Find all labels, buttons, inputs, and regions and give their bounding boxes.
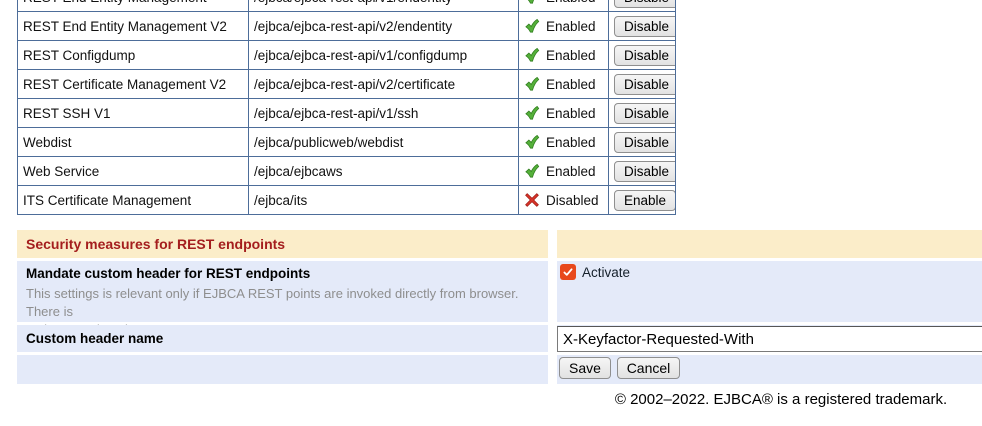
protocol-url: /ejbca/ejbca-rest-api/v2/endentity [249, 12, 519, 41]
protocol-status-cell: Disabled [519, 186, 609, 215]
status-text: Enabled [546, 77, 596, 92]
status-enabled-icon [524, 105, 540, 121]
protocol-url: /ejbca/publicweb/webdist [249, 128, 519, 157]
protocol-action-cell: Disable [609, 99, 676, 128]
protocol-status-cell: Enabled [519, 128, 609, 157]
protocol-action-cell: Enable [609, 186, 676, 215]
status-enabled-icon [524, 134, 540, 150]
mandate-header-cell: Mandate custom header for REST endpoints… [17, 261, 548, 322]
security-section: Security measures for REST endpoints Man… [17, 230, 982, 384]
cancel-button[interactable]: Cancel [617, 357, 681, 379]
toggle-protocol-button[interactable]: Disable [614, 16, 676, 37]
toggle-protocol-button[interactable]: Disable [614, 103, 676, 124]
table-row: Webdist /ejbca/publicweb/webdist Enabled… [18, 128, 676, 157]
status-text: Enabled [546, 0, 596, 5]
toggle-protocol-button[interactable]: Disable [614, 132, 676, 153]
status-disabled-icon [524, 192, 540, 208]
activate-cell: Activate [557, 261, 982, 322]
protocol-url: /ejbca/ejbca-rest-api/v2/certificate [249, 70, 519, 99]
table-row: REST End Entity Management V2 /ejbca/ejb… [18, 12, 676, 41]
status-text: Enabled [546, 135, 596, 150]
status-text: Disabled [546, 193, 599, 208]
table-row: REST Configdump /ejbca/ejbca-rest-api/v1… [18, 41, 676, 70]
table-row: REST SSH V1 /ejbca/ejbca-rest-api/v1/ssh… [18, 99, 676, 128]
protocol-url: /ejbca/ejbca-rest-api/v1/ssh [249, 99, 519, 128]
table-row: REST Certificate Management V2 /ejbca/ej… [18, 70, 676, 99]
protocol-status-cell: Enabled [519, 70, 609, 99]
custom-header-input-cell [557, 325, 982, 352]
security-buttons-left-cell [17, 355, 548, 384]
toggle-protocol-button[interactable]: Disable [614, 0, 676, 8]
protocol-action-cell: Disable [609, 70, 676, 99]
status-enabled-icon [524, 76, 540, 92]
custom-header-input[interactable] [557, 326, 982, 352]
custom-header-label: Custom header name [17, 325, 548, 352]
toggle-protocol-button[interactable]: Enable [614, 190, 676, 211]
protocol-status-cell: Enabled [519, 99, 609, 128]
protocol-name: REST Configdump [18, 41, 249, 70]
status-enabled-icon [524, 0, 540, 5]
toggle-protocol-button[interactable]: Disable [614, 161, 676, 182]
protocol-action-cell: Disable [609, 157, 676, 186]
security-section-header-right [557, 230, 982, 258]
status-enabled-icon [524, 163, 540, 179]
status-enabled-icon [524, 18, 540, 34]
protocol-url: /ejbca/its [249, 186, 519, 215]
table-row: REST End Entity Management /ejbca/ejbca-… [18, 0, 676, 12]
mandate-header-label: Mandate custom header for REST endpoints [26, 266, 539, 281]
page-content: REST End Entity Management /ejbca/ejbca-… [0, 0, 982, 408]
toggle-protocol-button[interactable]: Disable [614, 45, 676, 66]
status-text: Enabled [546, 164, 596, 179]
status-text: Enabled [546, 48, 596, 63]
protocol-name: Webdist [18, 128, 249, 157]
footer-text: © 2002–2022. EJBCA® is a registered trad… [0, 391, 982, 408]
protocol-name: REST Certificate Management V2 [18, 70, 249, 99]
activate-label: Activate [582, 265, 630, 280]
protocol-name: REST End Entity Management [18, 0, 249, 12]
security-section-header: Security measures for REST endpoints [17, 230, 548, 258]
table-row: ITS Certificate Management /ejbca/its Di… [18, 186, 676, 215]
protocol-url: /ejbca/ejbca-rest-api/v1/configdump [249, 41, 519, 70]
protocol-status-cell: Enabled [519, 0, 609, 12]
protocol-name: Web Service [18, 157, 249, 186]
status-enabled-icon [524, 47, 540, 63]
protocol-name: REST SSH V1 [18, 99, 249, 128]
table-row: Web Service /ejbca/ejbcaws Enabled Disab… [18, 157, 676, 186]
security-buttons-cell: Save Cancel [557, 355, 982, 384]
protocol-table: REST End Entity Management /ejbca/ejbca-… [17, 0, 676, 215]
activate-checkbox[interactable] [560, 264, 576, 280]
protocol-action-cell: Disable [609, 0, 676, 12]
status-text: Enabled [546, 19, 596, 34]
protocol-name: ITS Certificate Management [18, 186, 249, 215]
protocol-url: /ejbca/ejbca-rest-api/v1/endentity [249, 0, 519, 12]
protocol-url: /ejbca/ejbcaws [249, 157, 519, 186]
protocol-action-cell: Disable [609, 41, 676, 70]
save-button[interactable]: Save [559, 357, 611, 379]
protocol-action-cell: Disable [609, 128, 676, 157]
protocol-name: REST End Entity Management V2 [18, 12, 249, 41]
protocol-status-cell: Enabled [519, 157, 609, 186]
protocol-status-cell: Enabled [519, 12, 609, 41]
toggle-protocol-button[interactable]: Disable [614, 74, 676, 95]
protocol-status-cell: Enabled [519, 41, 609, 70]
status-text: Enabled [546, 106, 596, 121]
protocol-action-cell: Disable [609, 12, 676, 41]
